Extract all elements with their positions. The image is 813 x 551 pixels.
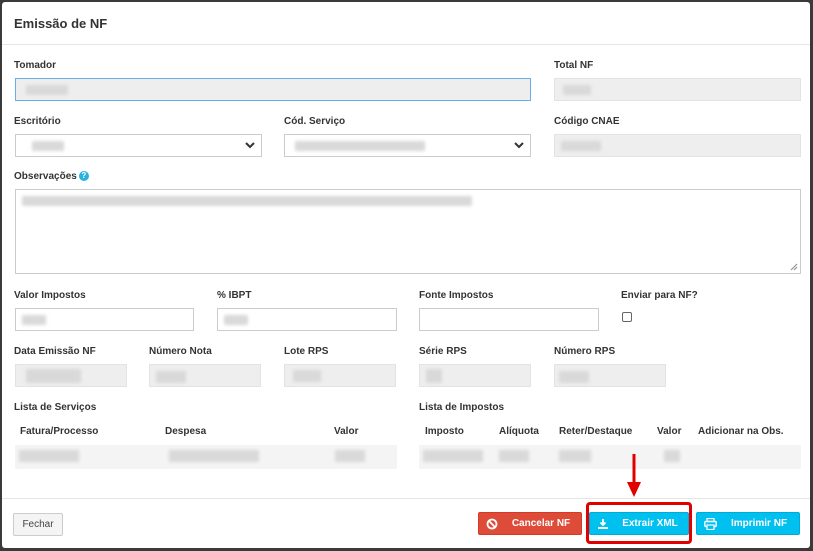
redacted-value <box>224 315 248 325</box>
table-row[interactable] <box>419 445 801 469</box>
redacted-value <box>559 450 591 462</box>
redacted-value <box>169 450 259 462</box>
enviar-para-nf-label: Enviar para NF? <box>621 290 698 301</box>
redacted-value <box>335 450 365 462</box>
col-valor-imposto: Valor <box>657 426 682 437</box>
servicos-title: Lista de Serviços <box>14 402 97 413</box>
annotation-highlight-box <box>586 502 692 544</box>
observacoes-label: Observações? <box>14 171 89 182</box>
observacoes-textarea[interactable] <box>15 189 801 274</box>
observacoes-label-text: Observações <box>14 171 77 182</box>
numero-nota-field <box>149 364 261 387</box>
serie-rps-label: Série RPS <box>419 346 467 357</box>
numero-rps-field <box>554 364 666 387</box>
fonte-impostos-field[interactable] <box>419 308 599 331</box>
redacted-value <box>499 450 529 462</box>
tomador-label: Tomador <box>14 60 57 71</box>
total-nf-field <box>554 78 801 101</box>
escritorio-select[interactable] <box>15 134 262 157</box>
impostos-title: Lista de Impostos <box>419 402 505 413</box>
tomador-field[interactable] <box>15 78 531 101</box>
cod-servico-select[interactable] <box>284 134 531 157</box>
lote-rps-field <box>284 364 396 387</box>
resize-handle-icon[interactable] <box>790 263 798 271</box>
col-despesa: Despesa <box>165 426 207 437</box>
redacted-value <box>32 141 64 151</box>
cancel-nf-label: Cancelar NF <box>511 518 571 529</box>
redacted-value <box>664 450 680 462</box>
pct-ibpt-field[interactable] <box>217 308 397 331</box>
ban-icon <box>479 518 505 530</box>
data-emissao-field <box>15 364 127 387</box>
table-row[interactable] <box>15 445 397 469</box>
col-fatura: Fatura/Processo <box>20 426 99 437</box>
total-nf-label: Total NF <box>554 60 594 71</box>
numero-rps-label: Número RPS <box>554 346 616 357</box>
redacted-value <box>295 141 425 151</box>
lote-rps-label: Lote RPS <box>284 346 329 357</box>
redacted-value <box>156 371 186 383</box>
print-nf-button[interactable]: Imprimir NF <box>696 512 800 535</box>
redacted-value <box>19 450 79 462</box>
nf-emission-dialog: Emissão de NF Tomador Total NF Escritóri… <box>2 2 810 548</box>
dialog-title: Emissão de NF <box>14 16 108 31</box>
question-circle-icon[interactable]: ? <box>78 171 89 181</box>
redacted-value <box>563 85 591 95</box>
codigo-cnae-label: Código CNAE <box>554 116 620 127</box>
col-reter-destaque: Reter/Destaque <box>559 426 633 437</box>
cod-servico-label: Cód. Serviço <box>284 116 346 127</box>
redacted-value <box>423 450 483 462</box>
cancel-nf-button[interactable]: Cancelar NF <box>478 512 582 535</box>
chevron-down-icon <box>245 142 255 149</box>
col-adicionar-obs: Adicionar na Obs. <box>698 426 784 437</box>
valor-impostos-label: Valor Impostos <box>14 290 86 301</box>
enviar-para-nf-checkbox[interactable] <box>622 312 632 322</box>
redacted-value <box>26 369 81 383</box>
annotation-arrow-icon <box>627 454 641 497</box>
redacted-value <box>26 85 68 95</box>
col-imposto: Imposto <box>425 426 464 437</box>
print-nf-label: Imprimir NF <box>730 518 788 529</box>
escritorio-label: Escritório <box>14 116 61 127</box>
redacted-value <box>561 141 601 151</box>
valor-impostos-field[interactable] <box>15 308 194 331</box>
pct-ibpt-label: % IBPT <box>217 290 252 301</box>
print-icon <box>697 517 723 530</box>
redacted-value <box>426 369 442 383</box>
close-button[interactable]: Fechar <box>13 513 63 536</box>
col-aliquota: Alíquota <box>499 426 539 437</box>
chevron-down-icon <box>514 142 524 149</box>
redacted-value <box>559 371 589 383</box>
codigo-cnae-field <box>554 134 801 157</box>
data-emissao-label: Data Emissão NF <box>14 346 96 357</box>
redacted-value <box>293 370 321 382</box>
fonte-impostos-label: Fonte Impostos <box>419 290 494 301</box>
numero-nota-label: Número Nota <box>149 346 212 357</box>
serie-rps-field <box>419 364 531 387</box>
col-valor: Valor <box>334 426 359 437</box>
redacted-value <box>22 196 472 206</box>
redacted-value <box>22 315 46 325</box>
dialog-header: Emissão de NF <box>2 2 810 45</box>
